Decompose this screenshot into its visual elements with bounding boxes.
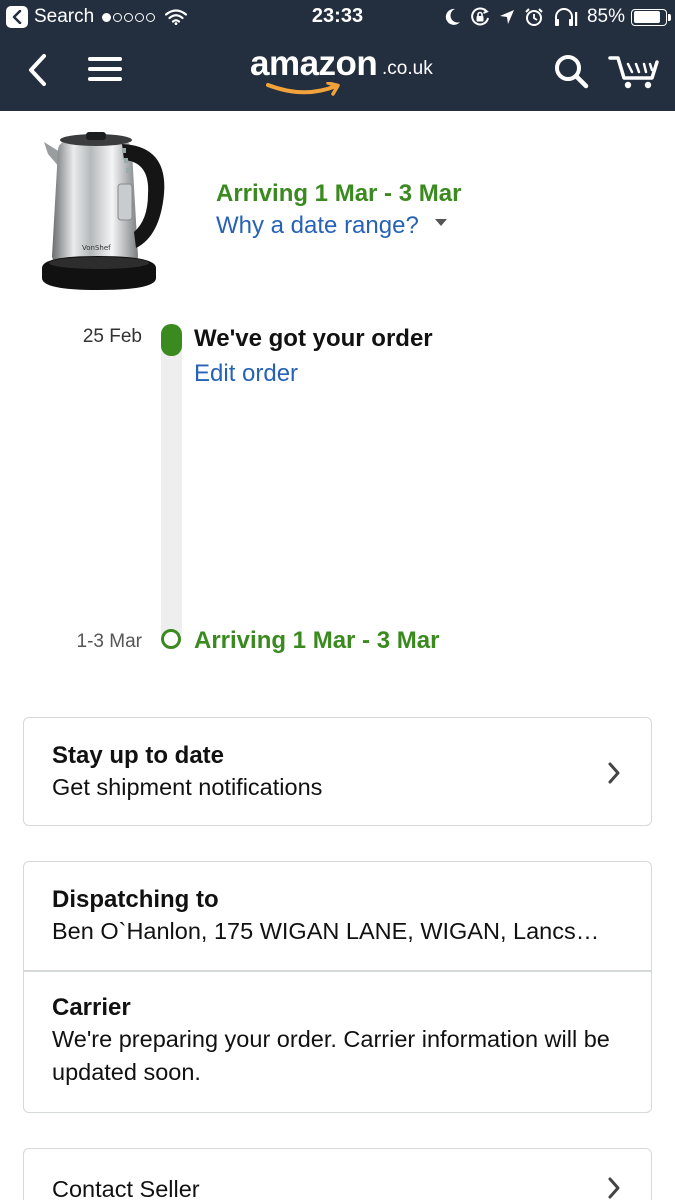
status-bar: Search 23:33 85% xyxy=(0,0,675,34)
product-image-kettle[interactable]: VonShef xyxy=(38,128,170,293)
menu-icon[interactable] xyxy=(88,54,122,84)
cart-icon[interactable] xyxy=(608,52,660,90)
logo-smile-icon xyxy=(266,82,340,96)
rotation-lock-icon xyxy=(470,7,490,27)
shipment-notifications-card[interactable]: Stay up to date Get shipment notificatio… xyxy=(23,717,652,826)
location-icon xyxy=(499,9,515,25)
caret-down-icon[interactable] xyxy=(434,218,447,226)
logo-domain: .co.uk xyxy=(382,58,433,79)
dispatch-address: Ben O`Hanlon, 175 WIGAN LANE, WIGAN, Lan… xyxy=(52,918,600,944)
moon-icon xyxy=(445,8,461,26)
timeline-step-arriving-title: Arriving 1 Mar - 3 Mar xyxy=(194,627,440,654)
edit-order-link[interactable]: Edit order xyxy=(194,360,298,388)
battery-icon xyxy=(631,8,671,26)
why-date-range-label[interactable]: Why a date range? xyxy=(216,212,419,240)
alarm-icon xyxy=(524,7,544,27)
product-brand-mark: VonShef xyxy=(82,244,111,252)
battery-fill xyxy=(633,11,660,23)
timeline-node-pending xyxy=(161,629,181,649)
dispatching-to-title: Dispatching to xyxy=(52,886,219,913)
logo-wordmark: amazon xyxy=(250,44,378,83)
status-right: 85% xyxy=(436,4,671,30)
carrier-title: Carrier xyxy=(52,993,131,1021)
dispatching-to-section[interactable]: Dispatching to Ben O`Hanlon, 175 WIGAN L… xyxy=(24,862,651,970)
timeline-track xyxy=(161,338,182,634)
carrier-info: We're preparing your order. Carrier info… xyxy=(52,1025,610,1085)
arriving-date-range: Arriving 1 Mar - 3 Mar xyxy=(216,180,462,207)
carrier-section: Carrier We're preparing your order. Carr… xyxy=(24,972,651,1089)
timeline-date-ordered: 25 Feb xyxy=(82,326,142,347)
chevron-right-icon[interactable] xyxy=(607,761,621,785)
app-header: Search 23:33 85% amazon .co.uk xyxy=(0,0,675,111)
battery-percent: 85% xyxy=(586,6,625,27)
contact-seller-card[interactable]: Contact Seller xyxy=(23,1148,652,1200)
delivery-details-card: Dispatching to Ben O`Hanlon, 175 WIGAN L… xyxy=(23,861,652,1113)
chevron-right-icon[interactable] xyxy=(607,1176,621,1200)
back-icon[interactable] xyxy=(22,52,52,88)
search-icon[interactable] xyxy=(552,52,590,90)
timeline-node-complete xyxy=(161,324,182,356)
contact-seller-label: Contact Seller xyxy=(52,1176,200,1200)
notifications-title: Stay up to date xyxy=(52,742,225,769)
notifications-subtitle: Get shipment notifications xyxy=(52,774,323,800)
why-date-range-link[interactable]: Why a date range? xyxy=(216,212,447,240)
headphones-icon xyxy=(553,7,579,27)
timeline-step-ordered-title: We've got your order xyxy=(194,325,433,352)
amazon-logo[interactable]: amazon .co.uk xyxy=(250,44,433,96)
timeline-date-arriving: 1-3 Mar xyxy=(76,631,142,652)
nav-bar: amazon .co.uk xyxy=(0,34,675,111)
